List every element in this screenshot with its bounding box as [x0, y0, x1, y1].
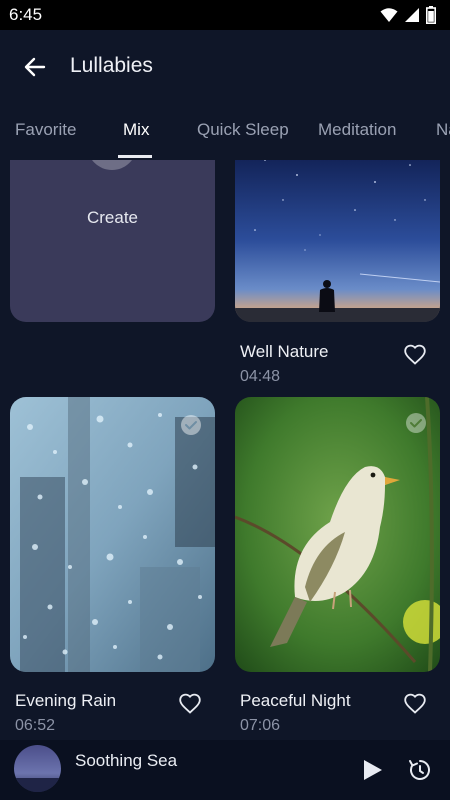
sound-card-evening-rain[interactable]	[10, 397, 215, 672]
sound-title: Peaceful Night	[240, 691, 351, 710]
timer-icon[interactable]	[406, 756, 434, 784]
category-tabs: Favorite Mix Quick Sleep Meditation Na	[0, 110, 450, 156]
sound-card-peaceful-night[interactable]	[235, 397, 440, 672]
mini-player[interactable]: Soothing Sea	[0, 740, 450, 800]
status-bar: 6:45	[0, 0, 450, 30]
favorite-heart-icon[interactable]	[403, 692, 427, 716]
tab-quick-sleep[interactable]: Quick Sleep	[197, 110, 289, 150]
status-time: 6:45	[9, 5, 43, 24]
tab-na[interactable]: Na	[436, 110, 450, 150]
selected-check-icon	[181, 415, 201, 435]
tab-indicator	[118, 155, 152, 158]
play-icon[interactable]	[358, 756, 386, 784]
arrow-left-icon	[24, 57, 46, 77]
back-button[interactable]	[20, 52, 50, 82]
tab-meditation[interactable]: Meditation	[318, 110, 396, 150]
sound-card-well-nature[interactable]	[235, 160, 440, 322]
selected-check-icon	[406, 413, 426, 433]
app-bar: Lullabies	[0, 30, 450, 102]
sound-grid: Create Well Nature 04:48 Evening Rain 06…	[0, 160, 450, 740]
cell-signal-icon	[405, 8, 419, 22]
favorite-heart-icon[interactable]	[403, 343, 427, 367]
sound-title: Evening Rain	[15, 691, 117, 710]
status-icons	[380, 6, 436, 24]
sound-title: Well Nature	[240, 342, 329, 361]
raindrops-image	[10, 397, 215, 672]
plus-icon	[87, 160, 137, 170]
wifi-icon	[380, 8, 398, 22]
now-playing-title: Soothing Sea	[75, 751, 178, 770]
create-label: Create	[86, 208, 139, 227]
now-playing-thumbnail	[14, 745, 61, 792]
tab-favorite[interactable]: Favorite	[15, 110, 76, 150]
bird-image	[235, 397, 440, 672]
night-sky-image	[235, 160, 440, 322]
sound-duration: 06:52	[15, 717, 56, 734]
sound-duration: 04:48	[240, 368, 281, 385]
sound-duration: 07:06	[240, 717, 281, 734]
favorite-heart-icon[interactable]	[178, 692, 202, 716]
page-title: Lullabies	[70, 54, 153, 77]
battery-icon	[426, 6, 436, 24]
create-card[interactable]: Create	[10, 160, 215, 322]
tab-mix[interactable]: Mix	[123, 110, 149, 150]
